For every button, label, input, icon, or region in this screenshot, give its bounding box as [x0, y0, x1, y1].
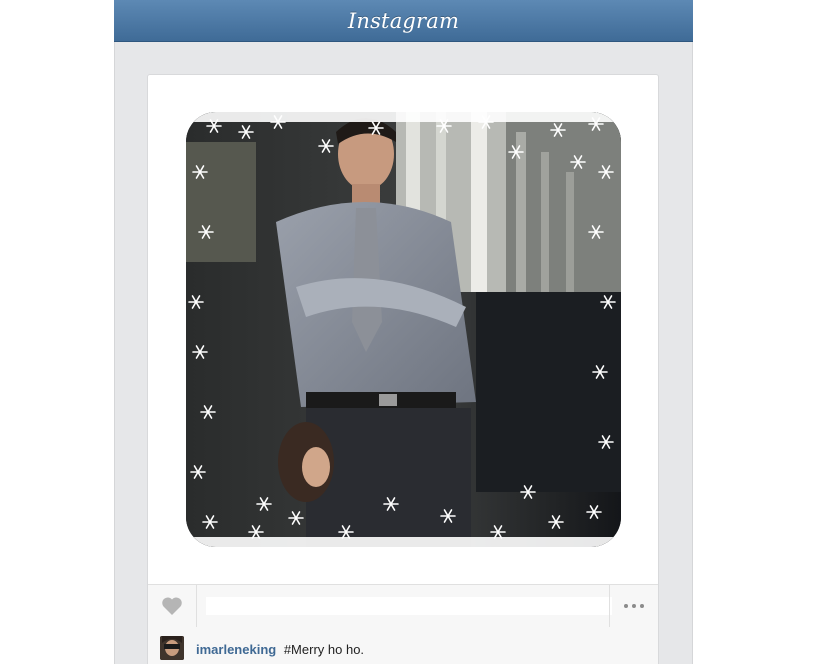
avatar[interactable]: [160, 636, 184, 660]
caption-username[interactable]: imarleneking: [196, 642, 276, 657]
ellipsis-icon: [624, 604, 644, 608]
caption: imarleneking #Merry ho ho.: [196, 642, 364, 657]
top-bar: Instagram: [114, 0, 693, 42]
more-options-button[interactable]: [609, 585, 658, 627]
instagram-logo[interactable]: Instagram: [348, 9, 459, 33]
post-card: imarleneking #Merry ho ho.: [147, 74, 659, 664]
instagram-app: Instagram imarleneking #Merry ho ho.: [114, 0, 693, 664]
caption-row: imarleneking #Merry ho ho.: [148, 627, 658, 664]
heart-icon: [162, 597, 182, 615]
post-actions-bar: [148, 584, 658, 628]
caption-text: #Merry ho ho.: [283, 642, 365, 657]
photo-image: [186, 112, 621, 547]
like-button[interactable]: [148, 585, 197, 627]
avatar-image: [160, 636, 184, 660]
comment-input[interactable]: [206, 597, 612, 615]
post-photo[interactable]: [186, 112, 621, 547]
